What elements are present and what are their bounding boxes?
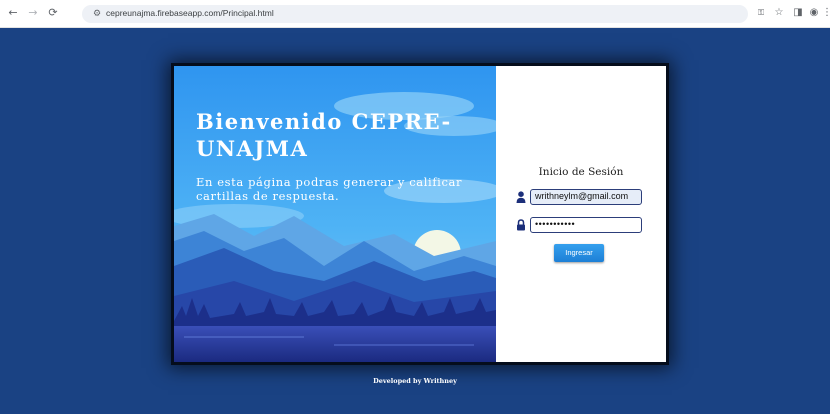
user-icon [516, 191, 526, 203]
browser-toolbar: ← → ⟳ ⚙ cepreunajma.firebaseapp.com/Prin… [0, 0, 830, 28]
login-card: Bienvenido CEPRE-UNAJMA En esta página p… [174, 66, 666, 362]
login-button[interactable]: Ingresar [554, 244, 604, 262]
url-text[interactable]: cepreunajma.firebaseapp.com/Principal.ht… [106, 8, 274, 18]
extension-icon[interactable]: ◉ [808, 6, 820, 20]
password-key-icon[interactable]: ⚿ [754, 6, 768, 20]
password-field[interactable]: ••••••••••• [530, 217, 642, 233]
hero-title: Bienvenido CEPRE-UNAJMA [196, 109, 452, 161]
address-bar[interactable]: ⚙ cepreunajma.firebaseapp.com/Principal.… [82, 5, 748, 23]
email-field[interactable]: writhneylm@gmail.com [530, 189, 642, 205]
forward-icon[interactable]: → [26, 6, 40, 20]
site-info-icon[interactable]: ⚙ [90, 7, 104, 21]
lock-icon [517, 219, 525, 231]
hero-subtitle: En esta página podras generar y califica… [196, 175, 463, 203]
login-panel: Inicio de Sesión writhneylm@gmail.com ••… [496, 66, 666, 362]
menu-icon[interactable]: ⋮ [822, 6, 830, 20]
footer-credit: Developed by Writhney [373, 377, 457, 385]
hero-panel: Bienvenido CEPRE-UNAJMA En esta página p… [174, 66, 496, 362]
bookmark-star-icon[interactable]: ☆ [772, 6, 786, 20]
side-panel-icon[interactable]: ◨ [792, 6, 804, 20]
login-title: Inicio de Sesión [538, 166, 624, 178]
reload-icon[interactable]: ⟳ [46, 6, 60, 20]
back-icon[interactable]: ← [6, 6, 20, 20]
